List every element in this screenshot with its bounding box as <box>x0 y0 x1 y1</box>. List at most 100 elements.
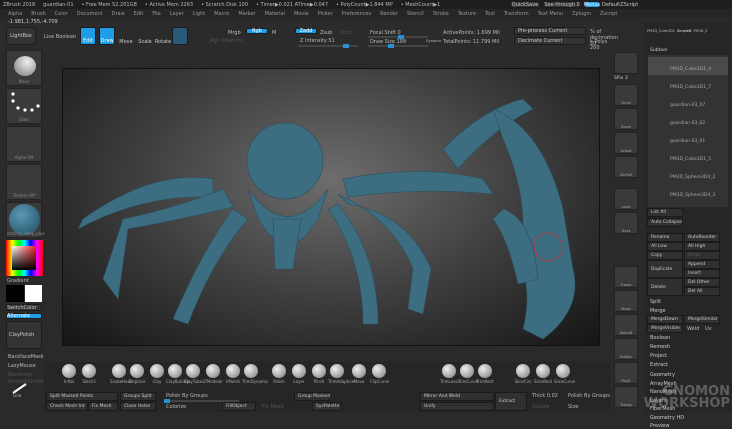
menu-stroke[interactable]: Stroke <box>433 11 449 17</box>
subtool-header[interactable]: Subtool <box>650 48 667 53</box>
mergevisible-button[interactable]: MergeVisible <box>647 324 683 333</box>
brush-inflat[interactable]: Inflat <box>60 364 78 384</box>
brush-claybuildup[interactable]: ClayBuildup <box>166 364 190 384</box>
section-geometry[interactable]: Geometry <box>650 372 675 378</box>
polyf-button[interactable]: PolyF <box>614 362 638 384</box>
close-holes-button[interactable]: Close Holes <box>120 402 156 411</box>
syspalette-button[interactable]: SysPalette <box>312 402 342 411</box>
menu-text-menu[interactable]: Text Menu <box>538 11 563 17</box>
frame-button[interactable]: Frame <box>614 266 638 288</box>
list-all-button[interactable]: List All <box>647 208 683 217</box>
m-toggle[interactable]: M <box>272 30 276 36</box>
subtool-item[interactable]: guardian-03_07 <box>648 93 728 111</box>
split-masked-button[interactable]: Split Masked Points <box>46 392 118 401</box>
preprocess-button[interactable]: Pre-process Current <box>514 27 586 35</box>
brush-move[interactable]: Move <box>350 364 368 384</box>
default-zscript-button[interactable]: DefaultZScript <box>602 2 638 8</box>
brush-snakehook[interactable]: SnakeHook <box>110 364 132 384</box>
lazymouse-toggle[interactable]: LazyMouse <box>8 363 36 369</box>
switch-color-button[interactable]: SwitchColor <box>6 304 42 311</box>
decimate-button[interactable]: Decimate Current <box>514 37 586 45</box>
boolean-section[interactable]: Boolean <box>650 335 670 341</box>
move-view-button[interactable]: Move <box>614 290 638 312</box>
alpha-selector[interactable]: Alpha Off <box>6 126 42 162</box>
move-button[interactable]: Move <box>118 27 134 45</box>
live-boolean-button[interactable]: Live Boolean <box>44 34 76 40</box>
rgb-toggle[interactable]: Rgb <box>246 28 268 34</box>
menu-macro[interactable]: Macro <box>214 11 229 17</box>
menu-marker[interactable]: Marker <box>238 11 255 17</box>
remesh-section[interactable]: Remesh <box>650 344 670 350</box>
primary-color-swatch[interactable] <box>6 285 24 302</box>
material-selector[interactable]: matcap_deep_blue <box>6 202 45 238</box>
uv-toggle[interactable]: Uv <box>705 326 712 332</box>
extract-button[interactable]: Extract <box>495 392 527 411</box>
rename-button[interactable]: Rename <box>647 233 683 242</box>
mrgb-toggle[interactable]: Mrgb <box>228 30 241 36</box>
unify-button[interactable]: Unify <box>420 402 494 411</box>
secondary-color-swatch[interactable] <box>25 285 42 302</box>
menu-draw[interactable]: Draw <box>112 11 125 17</box>
quicksave-button[interactable]: QuickSave <box>510 1 540 8</box>
z-intensity-track[interactable] <box>298 44 358 48</box>
subtool-item[interactable]: PM3D_Cube3D1_4 <box>648 57 728 75</box>
edit-button[interactable]: Edit <box>80 27 96 45</box>
alternate-toggle[interactable]: Alternate <box>6 313 42 319</box>
zcut-toggle[interactable]: Zcut <box>340 30 351 36</box>
subtool-item[interactable]: PM3D_Cube3D1_5 <box>648 147 728 165</box>
subtool-item[interactable]: guardian-03_02 <box>648 111 728 129</box>
mergedown-button[interactable]: MergeDown <box>647 315 683 324</box>
draw-button[interactable]: Draw <box>99 27 115 45</box>
section-geometry-hd[interactable]: Geometry HD <box>650 415 684 421</box>
menu-edit[interactable]: Edit <box>134 11 144 17</box>
menu-tool[interactable]: Tool <box>485 11 495 17</box>
tool-thumb[interactable]: SimpleB <box>677 22 691 34</box>
brush-clay[interactable]: Clay <box>148 364 166 384</box>
group-masked-button[interactable]: Group Masked <box>294 392 330 401</box>
aahalf-button[interactable]: AAHalf <box>614 156 638 178</box>
stroke-selector[interactable]: Dots <box>6 88 42 124</box>
split-section[interactable]: Split <box>650 299 661 305</box>
fix-mesh-disabled[interactable]: Fix Mesh <box>262 404 284 410</box>
zoom-button[interactable]: Zoom <box>614 108 638 130</box>
lightbox-button[interactable]: LightBox <box>6 27 36 45</box>
brush-layer[interactable]: Layer <box>290 364 308 384</box>
brush-claytubes[interactable]: ClayTubes <box>184 364 204 384</box>
menu-picker[interactable]: Picker <box>318 11 333 17</box>
menu-render[interactable]: Render <box>380 11 398 17</box>
texture-selector[interactable]: Texture Off <box>6 164 42 200</box>
brush-hpolish[interactable]: hPolish <box>224 364 242 384</box>
menu-stencil[interactable]: Stencil <box>407 11 424 17</box>
k-polys-slider[interactable]: k Polys 200 <box>590 39 610 51</box>
brush-polish[interactable]: Polish <box>270 364 288 384</box>
paste-button[interactable]: Paste <box>684 251 720 260</box>
spix-slider[interactable]: SPix 3 <box>614 76 628 81</box>
rgb-intensity-slider[interactable]: Rgb Intensity <box>210 38 243 44</box>
all-low-button[interactable]: All Low <box>647 242 683 251</box>
menu-light[interactable]: Light <box>193 11 205 17</box>
auto-collapse-button[interactable]: Auto Collapse <box>647 218 683 227</box>
subtool-item[interactable]: PM3D_Cube3D1_7 <box>648 75 728 93</box>
brush-trimdynamic[interactable]: TrimDynamic <box>242 364 268 384</box>
mergesimilar-button[interactable]: MergeSimilar <box>684 315 720 324</box>
fix-mesh-button[interactable]: Fix Mesh <box>88 402 118 411</box>
menu-color[interactable]: Color <box>55 11 68 17</box>
thick-slider[interactable]: Thick 0.02 <box>532 393 558 399</box>
zsub-toggle[interactable]: Zsub <box>320 30 332 36</box>
menu-alpha[interactable]: Alpha <box>8 11 22 17</box>
menus-toggle[interactable]: Menus <box>584 1 600 8</box>
brush-clipcurve[interactable]: ClipCurve <box>370 364 389 384</box>
double-toggle[interactable]: Double <box>532 404 550 410</box>
transp-button[interactable]: Transp <box>614 386 638 408</box>
check-mesh-button[interactable]: Check Mesh Int <box>46 402 88 411</box>
zoom3d-button[interactable]: ZoomD <box>614 314 638 336</box>
del-other-button[interactable]: Del Other <box>684 278 720 287</box>
menu-preferences[interactable]: Preferences <box>342 11 371 17</box>
backtrack-toggle[interactable]: Backtrack <box>8 372 33 378</box>
brush-selector[interactable]: Move <box>6 50 42 86</box>
subtool-item[interactable]: PM3D_Sphere3D4_3 <box>648 183 728 201</box>
polish-groups-slider-2[interactable]: Polish By Groups <box>568 393 610 399</box>
menu-zscript[interactable]: Zscript <box>600 11 617 17</box>
menu-movie[interactable]: Movie <box>294 11 309 17</box>
local-button[interactable]: Local <box>614 188 638 210</box>
